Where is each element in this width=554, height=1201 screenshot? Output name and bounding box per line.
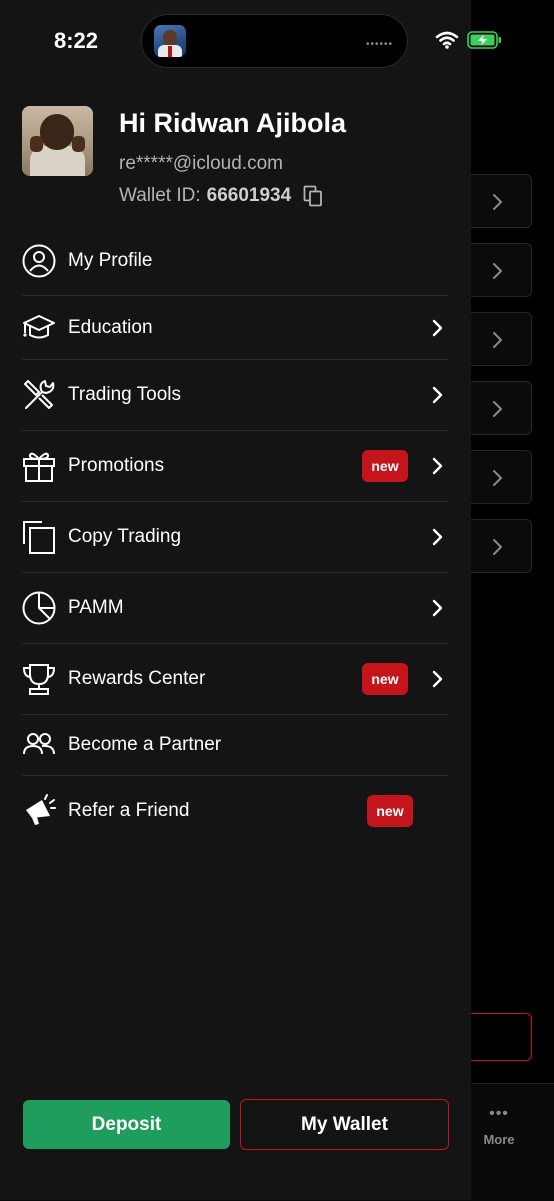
background-row[interactable] xyxy=(462,519,532,573)
menu-item-education[interactable]: Education xyxy=(22,310,448,345)
more-dots-icon[interactable]: ••• xyxy=(481,1105,517,1123)
wallet-id-value: 66601934 xyxy=(206,185,292,206)
menu-item-copy-trading[interactable]: Copy Trading xyxy=(22,519,448,555)
background-row[interactable] xyxy=(462,174,532,228)
wallet-id-row: Wallet ID: 66601934 xyxy=(119,185,323,207)
menu-label: Become a Partner xyxy=(68,734,222,755)
chevron-right-icon xyxy=(430,670,444,688)
chevron-right-icon xyxy=(493,332,502,348)
menu-label: My Profile xyxy=(68,249,153,271)
menu-label: Refer a Friend xyxy=(68,800,190,821)
user-email: re*****@icloud.com xyxy=(119,153,283,174)
divider xyxy=(22,359,448,360)
megaphone-icon xyxy=(22,794,56,828)
island-dots: •••••• xyxy=(365,39,393,50)
divider xyxy=(22,430,448,431)
island-avatar-icon xyxy=(154,25,186,57)
tab-more-label[interactable]: More xyxy=(470,1132,528,1147)
user-circle-icon xyxy=(22,244,56,278)
menu-item-trading-tools[interactable]: Trading Tools xyxy=(22,377,448,413)
divider xyxy=(22,775,448,776)
chevron-right-icon xyxy=(430,528,444,546)
trophy-icon xyxy=(22,662,56,696)
chevron-right-icon xyxy=(493,194,502,210)
background-row[interactable] xyxy=(462,381,532,435)
divider xyxy=(22,643,448,644)
new-badge: new xyxy=(362,450,408,482)
menu-item-promotions[interactable]: Promotions new xyxy=(22,448,448,484)
chevron-right-icon xyxy=(430,599,444,617)
copy-icon[interactable] xyxy=(303,185,323,207)
menu-label: Trading Tools xyxy=(68,384,182,405)
wifi-icon xyxy=(435,31,459,49)
tools-icon xyxy=(22,378,56,412)
side-drawer: 8:22 •••••• Hi Ridwan Ajibola re*****@ic… xyxy=(0,0,501,1200)
dynamic-island[interactable]: •••••• xyxy=(141,14,408,68)
menu-label: Rewards Center xyxy=(68,668,206,689)
chevron-right-icon xyxy=(493,539,502,555)
chevron-right-icon xyxy=(430,319,444,337)
greeting-title: Hi Ridwan Ajibola xyxy=(119,108,347,138)
menu-label: Promotions xyxy=(68,455,165,476)
menu-item-pamm[interactable]: PAMM xyxy=(22,590,448,626)
new-badge: new xyxy=(367,795,413,827)
users-icon xyxy=(22,728,56,762)
background-row[interactable] xyxy=(462,450,532,504)
divider xyxy=(22,572,448,573)
menu-item-refer-a-friend[interactable]: Refer a Friend new xyxy=(22,793,448,829)
menu-label: Copy Trading xyxy=(68,526,182,547)
chevron-right-icon xyxy=(430,386,444,404)
divider xyxy=(22,714,448,715)
chevron-right-icon xyxy=(493,401,502,417)
status-time: 8:22 xyxy=(54,28,99,53)
deposit-button[interactable]: Deposit xyxy=(23,1100,230,1149)
chevron-right-icon xyxy=(430,457,444,475)
menu-label: Education xyxy=(68,316,153,338)
background-row[interactable] xyxy=(462,312,532,366)
chevron-right-icon xyxy=(493,263,502,279)
menu-label: PAMM xyxy=(68,597,124,618)
menu-item-my-profile[interactable]: My Profile xyxy=(22,243,448,278)
gift-icon xyxy=(22,449,56,483)
pie-chart-icon xyxy=(22,591,56,625)
battery-charging-icon xyxy=(467,31,501,49)
new-badge: new xyxy=(362,663,408,695)
menu-item-rewards-center[interactable]: Rewards Center new xyxy=(22,661,448,697)
menu-item-become-a-partner[interactable]: Become a Partner xyxy=(22,728,448,762)
copy-trading-icon xyxy=(22,520,56,554)
divider xyxy=(22,501,448,502)
my-wallet-button[interactable]: My Wallet xyxy=(240,1099,449,1150)
wallet-id-label: Wallet ID: xyxy=(119,185,201,206)
graduation-cap-icon xyxy=(22,311,56,345)
chevron-right-icon xyxy=(493,470,502,486)
avatar[interactable] xyxy=(22,106,93,176)
background-row[interactable] xyxy=(462,243,532,297)
divider xyxy=(22,295,448,296)
